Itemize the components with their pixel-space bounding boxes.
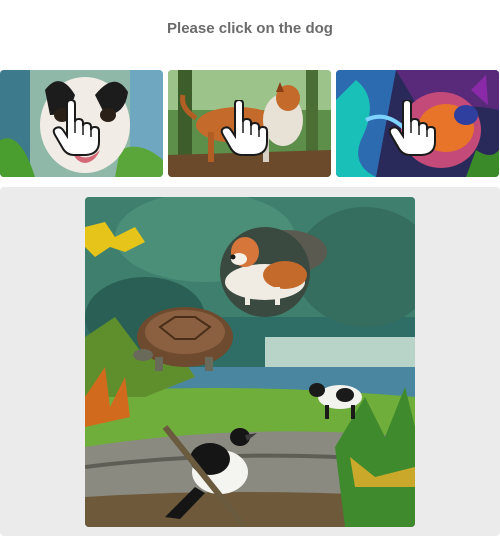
challenge-panel bbox=[0, 187, 500, 536]
captcha-instruction: Please click on the dog bbox=[167, 20, 333, 37]
thumbnail-row bbox=[0, 70, 500, 177]
pointer-hand-icon bbox=[388, 100, 436, 156]
thumbnail-option-3[interactable] bbox=[336, 70, 499, 177]
forest-scene-painting bbox=[85, 197, 415, 527]
challenge-image[interactable] bbox=[85, 197, 415, 527]
pointer-hand-icon bbox=[52, 100, 100, 156]
thumbnail-option-1[interactable] bbox=[0, 70, 163, 177]
pointer-hand-icon bbox=[220, 100, 268, 156]
thumbnail-option-2[interactable] bbox=[168, 70, 331, 177]
